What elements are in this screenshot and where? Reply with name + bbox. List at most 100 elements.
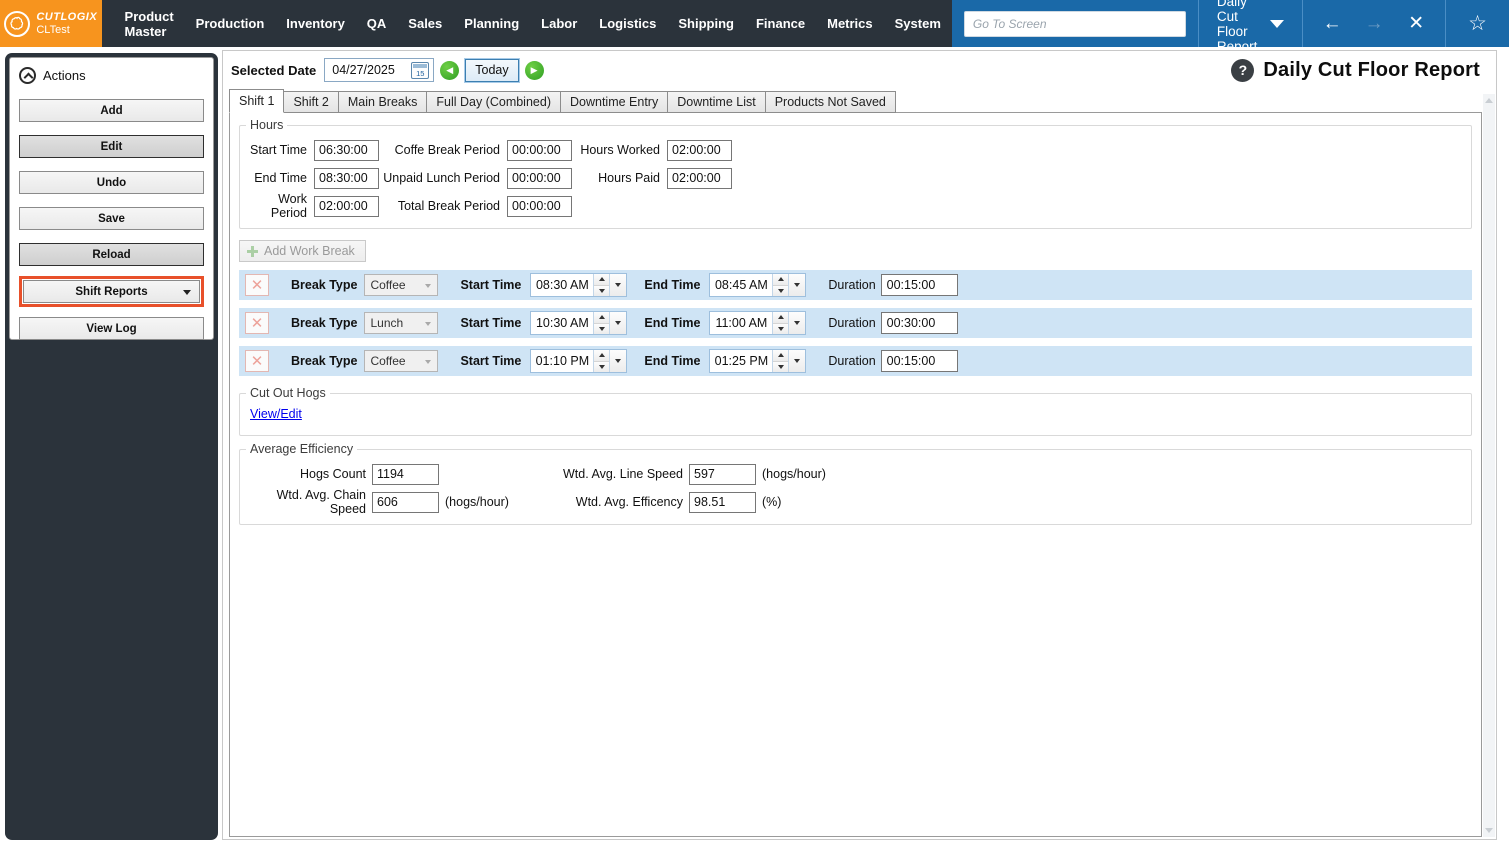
tab-downtime-entry[interactable]: Downtime Entry <box>560 91 668 113</box>
delete-break-icon[interactable]: ✕ <box>245 274 269 296</box>
break-duration-input[interactable] <box>881 312 958 334</box>
wtd-avg-efficency-input[interactable] <box>689 492 756 513</box>
view-edit-link[interactable]: View/Edit <box>250 407 302 421</box>
break-start-label: Start Time <box>460 354 521 368</box>
chevron-down-icon[interactable] <box>609 350 626 372</box>
break-type-combo[interactable]: Coffee <box>364 274 438 296</box>
back-arrow-icon[interactable]: ← <box>1313 13 1351 35</box>
menu-production[interactable]: Production <box>185 0 276 47</box>
menu-metrics[interactable]: Metrics <box>816 0 884 47</box>
wtd-avg-line-speed-input[interactable] <box>689 464 756 485</box>
work-period-input[interactable] <box>314 196 379 217</box>
menu-logistics[interactable]: Logistics <box>588 0 667 47</box>
delete-break-icon[interactable]: ✕ <box>245 350 269 372</box>
coffee-break-period-input[interactable] <box>507 140 572 161</box>
today-button[interactable]: Today <box>465 59 518 82</box>
go-to-screen-input[interactable] <box>964 11 1186 37</box>
menu-finance[interactable]: Finance <box>745 0 816 47</box>
unpaid-lunch-period-label: Unpaid Lunch Period <box>379 171 507 185</box>
tab-products-not-saved[interactable]: Products Not Saved <box>765 91 896 113</box>
break-start-timepicker[interactable]: 10:30 AM <box>530 311 627 335</box>
tab-downtime-list[interactable]: Downtime List <box>667 91 766 113</box>
menu-labor[interactable]: Labor <box>530 0 588 47</box>
undo-button[interactable]: Undo <box>19 171 204 194</box>
menu-sales[interactable]: Sales <box>397 0 453 47</box>
break-start-label: Start Time <box>460 278 521 292</box>
chevron-down-icon[interactable] <box>609 312 626 334</box>
view-log-button[interactable]: View Log <box>19 317 204 340</box>
scroll-down-icon[interactable] <box>1485 828 1493 833</box>
spin-up-icon[interactable] <box>773 350 788 362</box>
edit-button[interactable]: Edit <box>19 135 204 158</box>
chevron-down-icon[interactable] <box>788 350 805 372</box>
wtd-avg-efficency-unit: (%) <box>762 495 854 509</box>
break-end-timepicker[interactable]: 11:00 AM <box>709 311 806 335</box>
total-break-period-input[interactable] <box>507 196 572 217</box>
help-icon[interactable]: ? <box>1231 59 1254 82</box>
break-duration-input[interactable] <box>881 274 958 296</box>
hours-paid-input[interactable] <box>667 168 732 189</box>
actions-header[interactable]: Actions <box>19 64 204 86</box>
break-start-timepicker[interactable]: 01:10 PM <box>530 349 627 373</box>
tab-shift-1[interactable]: Shift 1 <box>229 89 284 113</box>
vertical-scrollbar[interactable] <box>1483 94 1495 837</box>
date-picker[interactable]: 15 <box>324 58 434 82</box>
collapse-chevron-icon[interactable] <box>19 67 36 84</box>
spin-down-icon[interactable] <box>594 362 609 373</box>
previous-day-button[interactable]: ◀ <box>440 61 459 80</box>
break-duration-label: Duration <box>828 278 875 292</box>
menu-shipping[interactable]: Shipping <box>667 0 745 47</box>
total-break-period-label: Total Break Period <box>379 199 507 213</box>
break-duration-input[interactable] <box>881 350 958 372</box>
menu-system[interactable]: System <box>884 0 952 47</box>
hours-worked-input[interactable] <box>667 140 732 161</box>
break-start-timepicker[interactable]: 08:30 AM <box>530 273 627 297</box>
wtd-avg-chain-speed-input[interactable] <box>372 492 439 513</box>
unpaid-lunch-period-input[interactable] <box>507 168 572 189</box>
reload-button[interactable]: Reload <box>19 243 204 266</box>
break-end-timepicker[interactable]: 08:45 AM <box>709 273 806 297</box>
next-day-button[interactable]: ▶ <box>525 61 544 80</box>
screen-selector-dropdown[interactable]: Daily Cut Floor Report <box>1199 0 1303 47</box>
chevron-down-icon[interactable] <box>788 312 805 334</box>
tab-main-breaks[interactable]: Main Breaks <box>338 91 427 113</box>
end-time-label: End Time <box>248 171 314 185</box>
add-work-break-button[interactable]: Add Work Break <box>239 240 366 262</box>
spin-up-icon[interactable] <box>594 350 609 362</box>
spin-up-icon[interactable] <box>594 274 609 286</box>
spin-down-icon[interactable] <box>773 362 788 373</box>
forward-arrow-icon[interactable]: → <box>1355 13 1393 35</box>
menu-qa[interactable]: QA <box>356 0 398 47</box>
menu-planning[interactable]: Planning <box>453 0 530 47</box>
report-header: Selected Date 15 ◀ Today ▶ ? Daily Cut F… <box>223 51 1496 89</box>
spin-down-icon[interactable] <box>594 324 609 335</box>
app-logo: CUTLOGIX CLTest <box>0 0 102 47</box>
spin-up-icon[interactable] <box>594 312 609 324</box>
spin-down-icon[interactable] <box>773 324 788 335</box>
plus-icon <box>247 246 258 257</box>
menu-inventory[interactable]: Inventory <box>275 0 356 47</box>
tab-full-day-combined[interactable]: Full Day (Combined) <box>426 91 561 113</box>
date-input[interactable] <box>332 63 408 77</box>
spin-down-icon[interactable] <box>594 286 609 297</box>
menu-product-master[interactable]: Product Master <box>114 0 185 47</box>
add-button[interactable]: Add <box>19 99 204 122</box>
close-icon[interactable]: ✕ <box>1397 12 1435 35</box>
hogs-count-input[interactable] <box>372 464 439 485</box>
start-time-input[interactable] <box>314 140 379 161</box>
save-button[interactable]: Save <box>19 207 204 230</box>
chevron-down-icon[interactable] <box>788 274 805 296</box>
favorite-star-icon[interactable]: ☆ <box>1468 12 1487 35</box>
end-time-input[interactable] <box>314 168 379 189</box>
shift-reports-button[interactable]: Shift Reports <box>23 280 200 303</box>
spin-down-icon[interactable] <box>773 286 788 297</box>
break-type-combo[interactable]: Lunch <box>364 312 438 334</box>
chevron-down-icon[interactable] <box>609 274 626 296</box>
spin-up-icon[interactable] <box>773 274 788 286</box>
tab-shift-2[interactable]: Shift 2 <box>283 91 338 113</box>
spin-up-icon[interactable] <box>773 312 788 324</box>
delete-break-icon[interactable]: ✕ <box>245 312 269 334</box>
break-end-timepicker[interactable]: 01:25 PM <box>709 349 806 373</box>
break-type-combo[interactable]: Coffee <box>364 350 438 372</box>
calendar-icon[interactable]: 15 <box>411 62 429 79</box>
